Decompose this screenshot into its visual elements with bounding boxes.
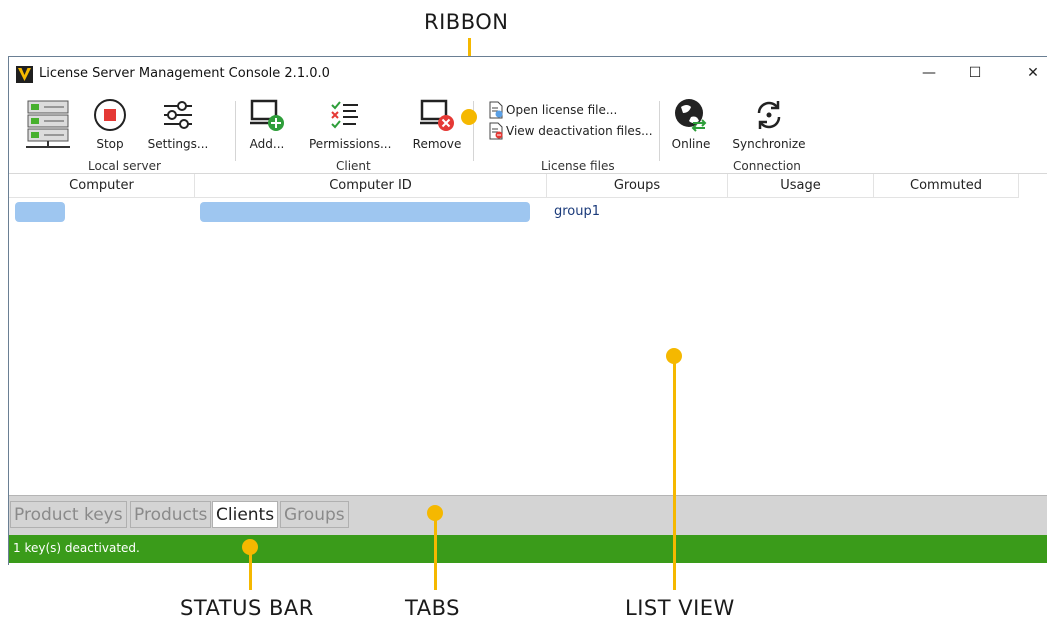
close-button[interactable]: ✕ bbox=[1013, 61, 1047, 85]
status-bar-callout-label: STATUS BAR bbox=[180, 596, 314, 620]
ribbon-separator bbox=[659, 101, 660, 161]
view-deactivation-files-button[interactable]: View deactivation files... bbox=[487, 122, 653, 140]
column-header-computer[interactable]: Computer bbox=[9, 174, 195, 198]
tab-products[interactable]: Products bbox=[130, 501, 212, 528]
column-header-usage[interactable]: Usage bbox=[728, 174, 874, 198]
ribbon: Stop Settings... Local server Add... Per… bbox=[9, 89, 1047, 173]
view-deactivation-files-label: View deactivation files... bbox=[506, 124, 653, 138]
group-label-local-server: Local server bbox=[88, 159, 161, 173]
window-title: License Server Management Console 2.1.0.… bbox=[39, 66, 330, 81]
table-row[interactable]: group1 bbox=[9, 200, 1019, 224]
groups-cell: group1 bbox=[554, 204, 601, 219]
computer-cell-redacted bbox=[15, 202, 65, 222]
group-label-license-files: License files bbox=[541, 159, 615, 173]
tab-product-keys[interactable]: Product keys bbox=[10, 501, 127, 528]
open-license-file-icon bbox=[489, 101, 503, 119]
permissions-button[interactable]: Permissions... bbox=[309, 97, 392, 151]
globe-online-icon bbox=[675, 99, 707, 132]
group-label-client: Client bbox=[336, 159, 371, 173]
app-logo-icon bbox=[16, 66, 33, 83]
group-label-connection: Connection bbox=[733, 159, 801, 173]
ribbon-separator bbox=[235, 101, 236, 161]
tab-clients[interactable]: Clients bbox=[212, 501, 279, 528]
column-header-groups[interactable]: Groups bbox=[547, 174, 728, 198]
title-bar: License Server Management Console 2.1.0.… bbox=[9, 57, 1047, 89]
add-client-button[interactable]: Add... bbox=[247, 97, 287, 151]
permissions-checklist-icon bbox=[331, 101, 358, 129]
status-bar-callout-line bbox=[249, 553, 252, 590]
synchronize-label: Synchronize bbox=[732, 137, 806, 151]
ribbon-callout-label: RIBBON bbox=[424, 10, 509, 34]
remove-client-button[interactable]: Remove bbox=[409, 97, 465, 151]
synchronize-icon bbox=[757, 101, 781, 129]
minimize-button[interactable]: — bbox=[909, 61, 949, 85]
settings-label: Settings... bbox=[147, 137, 209, 151]
remove-label: Remove bbox=[412, 137, 462, 151]
tabs-bar: Product keys Products Clients Groups bbox=[9, 495, 1047, 536]
synchronize-button[interactable]: Synchronize bbox=[731, 97, 807, 151]
remove-computer-icon bbox=[420, 99, 454, 131]
stop-icon bbox=[94, 99, 126, 131]
online-label: Online bbox=[671, 137, 711, 151]
list-view-callout-label: LIST VIEW bbox=[625, 596, 735, 620]
add-computer-icon bbox=[250, 99, 284, 131]
server-icon bbox=[26, 100, 70, 148]
status-text: 1 key(s) deactivated. bbox=[13, 541, 140, 555]
column-header-computer-id[interactable]: Computer ID bbox=[195, 174, 547, 198]
stop-button[interactable]: Stop bbox=[87, 97, 133, 151]
column-header-commuted[interactable]: Commuted bbox=[874, 174, 1019, 198]
stop-label: Stop bbox=[96, 137, 124, 151]
computer-id-cell-redacted bbox=[200, 202, 530, 222]
view-deactivation-files-icon bbox=[489, 122, 503, 140]
app-window: License Server Management Console 2.1.0.… bbox=[8, 56, 1047, 565]
ribbon-callout-dot bbox=[461, 109, 477, 125]
settings-sliders-icon bbox=[164, 101, 192, 129]
list-view[interactable]: Computer Computer ID Groups Usage Commut… bbox=[9, 173, 1047, 496]
tab-groups[interactable]: Groups bbox=[280, 501, 349, 528]
tabs-callout-label: TABS bbox=[405, 596, 460, 620]
add-label: Add... bbox=[249, 137, 285, 151]
open-license-file-label: Open license file... bbox=[506, 103, 618, 117]
maximize-button[interactable]: ☐ bbox=[955, 61, 995, 85]
online-button[interactable]: Online bbox=[669, 97, 713, 151]
server-status-button[interactable] bbox=[23, 99, 73, 157]
status-bar: 1 key(s) deactivated. bbox=[9, 535, 1047, 563]
tabs-callout-line bbox=[434, 519, 437, 590]
permissions-label: Permissions... bbox=[309, 137, 392, 151]
list-view-callout-line bbox=[673, 362, 676, 590]
open-license-file-button[interactable]: Open license file... bbox=[487, 101, 617, 119]
settings-button[interactable]: Settings... bbox=[147, 97, 209, 151]
